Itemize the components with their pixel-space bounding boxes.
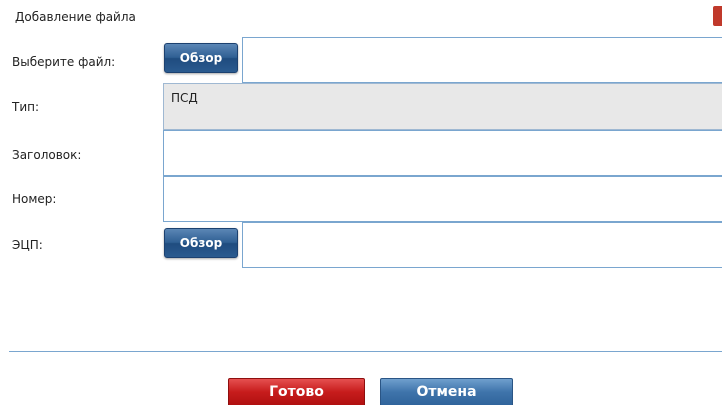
close-button[interactable]	[713, 6, 722, 26]
dialog-title: Добавление файла	[15, 10, 136, 24]
cancel-button[interactable]: Отмена	[380, 378, 513, 405]
number-input[interactable]	[163, 176, 722, 222]
browse-signature-button[interactable]: Обзор	[164, 228, 238, 258]
browse-file-button[interactable]: Обзор	[164, 43, 238, 73]
heading-label: Заголовок:	[12, 148, 82, 162]
file-path-field[interactable]	[242, 37, 722, 83]
file-label: Выберите файл:	[12, 55, 116, 69]
type-label: Тип:	[12, 100, 40, 114]
signature-path-field[interactable]	[242, 222, 722, 268]
type-value: ПСД	[171, 91, 198, 105]
done-button[interactable]: Готово	[228, 378, 365, 405]
heading-input[interactable]	[163, 130, 722, 176]
signature-label: ЭЦП:	[12, 238, 43, 252]
type-field[interactable]: ПСД	[163, 83, 722, 130]
number-label: Номер:	[12, 192, 57, 206]
divider	[9, 351, 722, 352]
